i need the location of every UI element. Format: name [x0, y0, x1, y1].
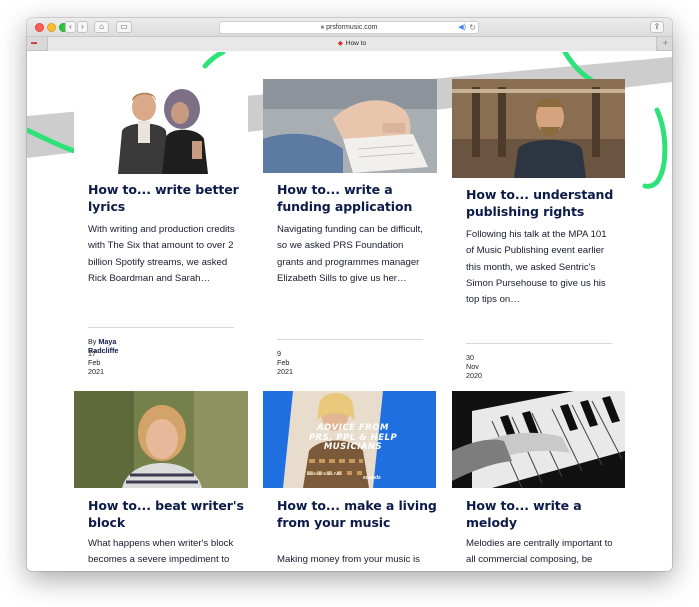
card-divider [88, 327, 234, 328]
article-description: What happens when writer's block becomes… [88, 538, 234, 571]
card-divider [277, 339, 423, 340]
article-title[interactable]: How to... write a melody [466, 498, 626, 531]
author-prefix: By [88, 337, 97, 346]
article-image-funding[interactable] [263, 79, 437, 173]
tab-bar: ▬ ◆ How to + [27, 37, 672, 51]
article-title[interactable]: How to... beat writer's block [88, 498, 248, 531]
sidebar-icon: ▭ [120, 22, 128, 31]
address-bar[interactable]: ■ prsformusic.com ◀) ↻ [219, 21, 479, 34]
lock-icon: ■ [320, 25, 325, 31]
article-image-publishing[interactable] [452, 79, 625, 178]
browser-toolbar: ‹ › ⌂ ▭ ■ prsformusic.com ◀) ↻ ⇪ [27, 18, 672, 37]
forward-icon: › [81, 22, 84, 31]
share-icon: ⇪ [653, 22, 661, 31]
article-date: 17 Feb 2021 [88, 349, 104, 376]
article-description: Navigating funding can be difficult, so … [277, 224, 423, 284]
article-image-living-from-music[interactable]: ADVICE FROM PRS, PPL & HELP MUSICIANS in… [263, 391, 436, 488]
sidebar-button[interactable]: ▭ [116, 21, 132, 33]
article-date: 9 Feb 2021 [277, 349, 293, 376]
tab-title: How to [345, 40, 367, 47]
article-image-writers-block[interactable] [74, 391, 248, 488]
prs-favicon-icon: ◆ [337, 40, 343, 47]
new-tab-icon[interactable]: + [663, 38, 668, 48]
article-description: Melodies are centrally important to all … [466, 538, 613, 566]
url-text: prsformusic.com [326, 24, 378, 31]
reload-icon[interactable]: ↻ [469, 22, 476, 33]
close-window-button[interactable] [35, 23, 44, 32]
article-description: Following his talk at the MPA 101 of Mus… [466, 229, 607, 306]
indie-central-logo: indiecentral LIVE [307, 471, 342, 476]
page-content: How to... write better lyrics With writi… [27, 52, 672, 571]
article-date: 30 Nov 2020 [466, 353, 482, 380]
browser-window: ‹ › ⌂ ▭ ■ prsformusic.com ◀) ↻ ⇪ ▬ ◆ How t… [27, 18, 672, 571]
article-image-lyrics[interactable] [74, 79, 248, 174]
article-title[interactable]: How to... write a funding application [277, 182, 437, 215]
article-description: With writing and production credits with… [88, 224, 235, 284]
article-image-melody[interactable] [452, 391, 625, 488]
promo-overlay-text: ADVICE FROM PRS, PPL & HELP MUSICIANS [308, 423, 398, 452]
forward-button[interactable]: › [77, 21, 88, 33]
sounds-logo: sounds [363, 475, 381, 481]
card-divider [466, 343, 612, 344]
back-icon: ‹ [69, 22, 72, 31]
pinned-tab-icon[interactable]: ▬ [31, 40, 37, 46]
back-button[interactable]: ‹ [65, 21, 76, 33]
article-description: Making money from your music is key to s… [277, 554, 420, 571]
home-button[interactable]: ⌂ [94, 21, 109, 33]
article-title[interactable]: How to... make a living from your music [277, 498, 437, 531]
audio-icon[interactable]: ◀) [458, 22, 466, 33]
tab-how-to[interactable]: ◆ How to [47, 37, 657, 51]
minimize-window-button[interactable] [47, 23, 56, 32]
article-title[interactable]: How to... write better lyrics [88, 182, 248, 215]
home-icon: ⌂ [99, 22, 104, 31]
share-button[interactable]: ⇪ [650, 21, 664, 33]
article-title[interactable]: How to... understand publishing rights [466, 187, 626, 220]
